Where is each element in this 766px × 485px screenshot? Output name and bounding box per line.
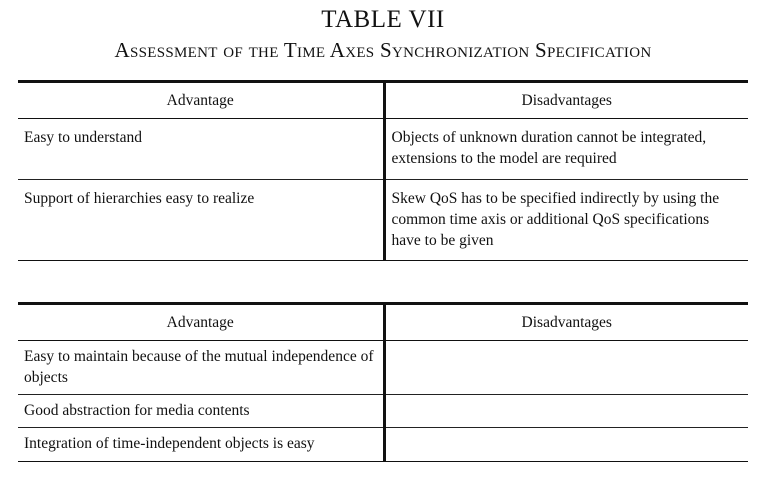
advantage-cell: Support of hierarchies easy to realize [18, 179, 386, 261]
advantage-cell: Easy to understand [18, 118, 386, 180]
table-row: Integration of time-independent objects … [18, 427, 748, 462]
table-header-row: Advantage Disadvantages [18, 303, 748, 341]
table-subtitle: Assessment of the Time Axes Synchronizat… [114, 38, 652, 62]
header-disadvantages: Disadvantages [384, 81, 748, 119]
assessment-table-1: Advantage Disadvantages Easy to understa… [18, 80, 748, 261]
header-disadvantages: Disadvantages [384, 303, 748, 341]
table-title: TABLE VII [321, 6, 445, 33]
table-row: Easy to maintain because of the mutual i… [18, 340, 748, 395]
advantage-cell: Integration of time-independent objects … [18, 427, 386, 462]
disadvantage-cell [384, 428, 748, 462]
advantage-cell: Good abstraction for media contents [18, 394, 386, 428]
header-advantage: Advantage [18, 303, 386, 341]
assessment-table-2: Advantage Disadvantages Easy to maintain… [18, 302, 748, 462]
table-row: Good abstraction for media contents [18, 394, 748, 428]
table-row: Easy to understand Objects of unknown du… [18, 118, 748, 180]
disadvantage-cell: Objects of unknown duration cannot be in… [384, 118, 748, 180]
header-advantage: Advantage [18, 81, 386, 119]
disadvantage-cell [384, 340, 748, 395]
advantage-cell: Easy to maintain because of the mutual i… [18, 340, 386, 395]
table-row: Support of hierarchies easy to realize S… [18, 179, 748, 261]
table-header-row: Advantage Disadvantages [18, 81, 748, 119]
disadvantage-cell [384, 394, 748, 428]
disadvantage-cell: Skew QoS has to be specified indirectly … [391, 190, 720, 249]
